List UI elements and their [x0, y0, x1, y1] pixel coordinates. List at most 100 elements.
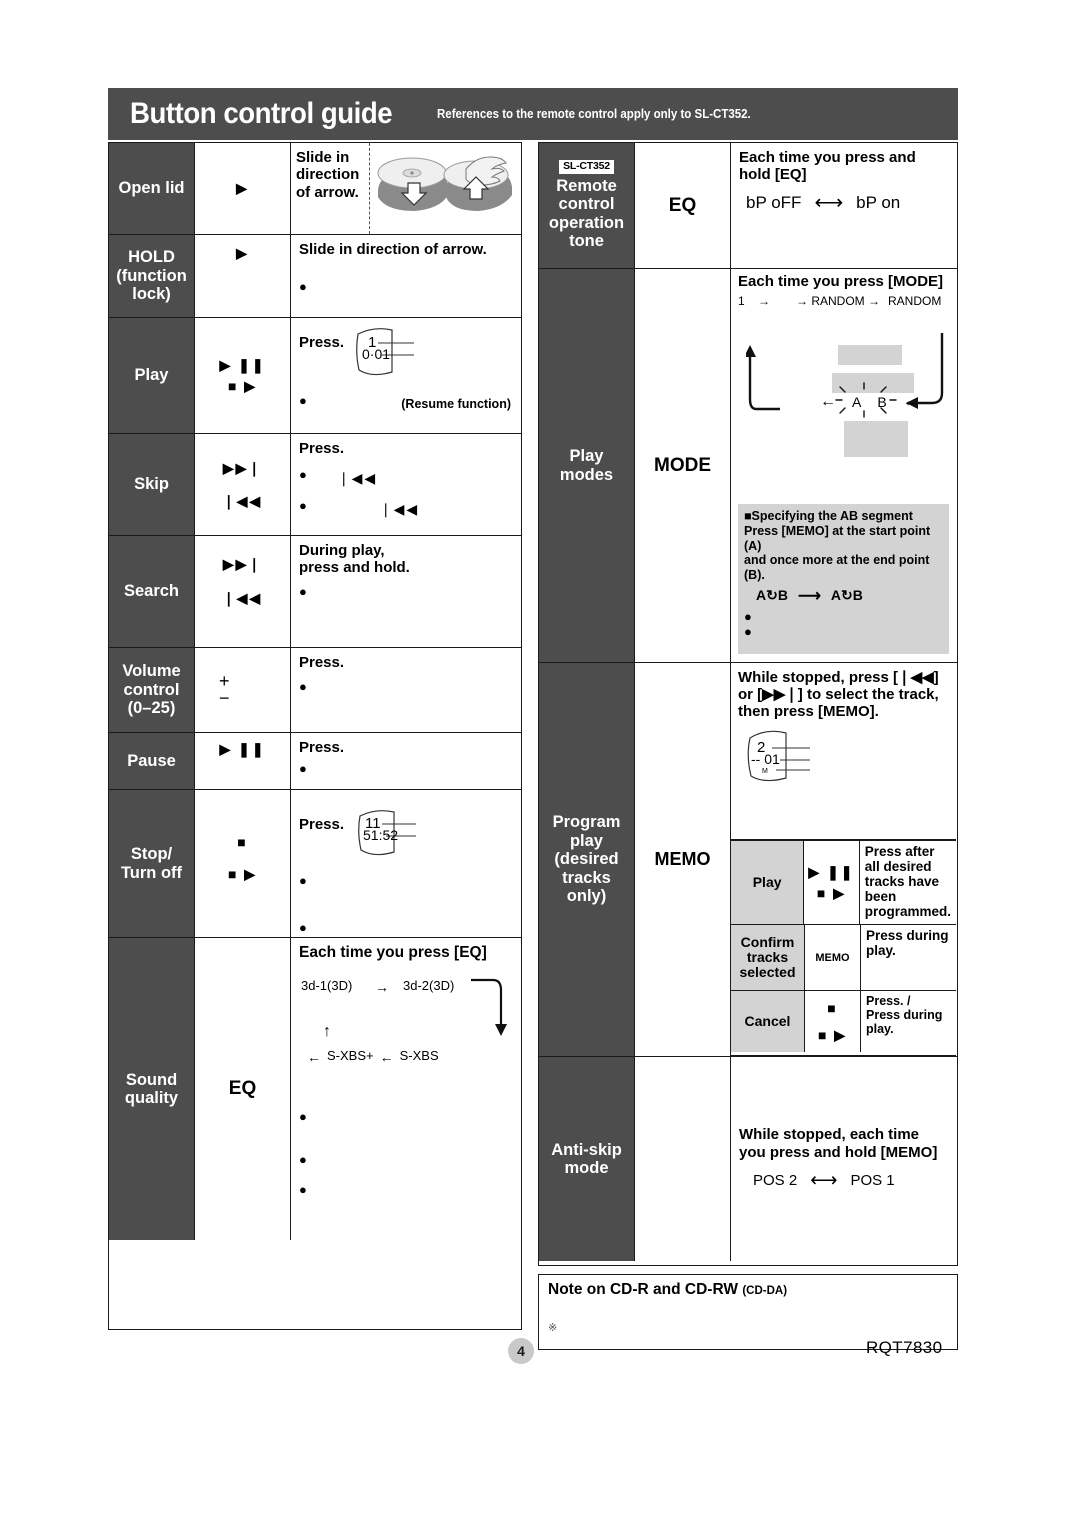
- stop-icon: ■: [827, 999, 838, 1016]
- mode-flow-diagram: Each time you press [MODE] 1 → → RANDOM …: [734, 273, 953, 658]
- button-cell-search: ▶▶❘ ❘◀◀: [195, 536, 291, 647]
- button-cell-sound-quality: EQ: [195, 938, 291, 1240]
- volume-label-line-1: control: [123, 680, 180, 699]
- desc-cell-open-lid: Slide in direction of arrow.: [291, 143, 520, 234]
- button-cell-skip: ▶▶❘ ❘◀◀: [195, 434, 291, 535]
- confirm-line-0: Confirm: [740, 933, 795, 950]
- ab-flow-right: A↻B: [830, 587, 863, 604]
- stop-play-icon: ■ ▶: [227, 866, 258, 883]
- program-label-line-3: tracks: [562, 868, 611, 887]
- inner-text-cancel: Press. / Press during play.: [866, 994, 943, 1036]
- volume-instruction: Press.: [299, 654, 345, 671]
- eq-flow-3d2: 3d-2(3D): [403, 977, 455, 993]
- memo-button-icon: MEMO: [815, 951, 850, 964]
- search-forward-icon: ▶▶❘: [222, 556, 263, 572]
- skip-forward-icon: ▶▶❘: [222, 460, 263, 477]
- model-chip-sl-ct352: SL-CT352: [559, 160, 614, 174]
- hold-label-line-0: HOLD: [128, 248, 175, 267]
- volume-label-line-2: (0–25): [127, 699, 176, 718]
- row-label-play-modes: Play modes: [539, 269, 635, 662]
- button-cell-anti-skip: [635, 1057, 731, 1261]
- row-label-skip: Skip: [109, 434, 195, 535]
- lcd-memo-indicator: M: [762, 768, 768, 775]
- inner-row-confirm: Confirm tracks selected MEMO Press durin…: [731, 924, 956, 990]
- lcd-display-program: 2 -- 01 M: [742, 726, 834, 788]
- program-label-line-2: (desired: [554, 850, 619, 869]
- table-row-open-lid: Open lid ▶ Slide in direction of arrow.: [109, 143, 521, 235]
- row-label-hold: HOLD (function lock): [109, 235, 195, 317]
- inner-glyphs-cancel: ■ ■ ▶: [805, 991, 861, 1052]
- search-instruction: During play, press and hold.: [299, 542, 410, 577]
- desc-cell-volume: Press. ●: [291, 648, 520, 732]
- right-control-table: SL-CT352 Remote control operation tone E…: [538, 142, 958, 1266]
- table-row-search: Search ▶▶❘ ❘◀◀ During play, press and ho…: [109, 536, 521, 648]
- row-label-stop: Stop/ Turn off: [109, 790, 195, 937]
- inner-label-confirm: Confirm tracks selected: [731, 925, 805, 990]
- eq-flow-3d1: 3d-1(3D): [301, 977, 353, 993]
- row-label-anti-skip: Anti-skip mode: [539, 1057, 635, 1261]
- program-label-line-1: play: [569, 831, 603, 850]
- skip-bullet-0-icon: ❘◀◀: [337, 470, 378, 487]
- play-instruction: Press.: [299, 334, 345, 351]
- eq-button-icon: EQ: [668, 194, 697, 216]
- lcd-program-slot: -- 01: [751, 751, 780, 767]
- desc-cell-skip: Press. ● ❘◀◀ ● ❘◀◀: [291, 434, 520, 535]
- table-row-play-modes: Play modes MODE Each time you press [MOD…: [539, 269, 957, 663]
- button-cell-hold: ▶: [195, 235, 291, 317]
- table-row-hold: HOLD (function lock) ▶ Slide in directio…: [109, 235, 521, 318]
- eq-flow-arrow2: ←: [379, 1048, 394, 1065]
- inner-label-cancel: Cancel: [731, 991, 805, 1052]
- table-row-skip: Skip ▶▶❘ ❘◀◀ Press. ● ❘◀◀ ● ❘◀◀: [109, 434, 521, 536]
- mode-flow-top-row: 1 → → RANDOM → RANDOM: [734, 290, 953, 308]
- eq-flow-left-arrow: ←: [307, 1048, 321, 1065]
- ab-note-title: ■Specifying the AB segment: [744, 509, 913, 523]
- mode-flow-item-3: RANDOM: [888, 294, 942, 309]
- program-play-top: While stopped, press [❘◀◀] or [▶▶❘] to s…: [731, 663, 956, 839]
- stop-play-icon: ■ ▶: [817, 1027, 848, 1043]
- anti-skip-label-line-0: Anti-skip: [551, 1140, 622, 1159]
- stop-bullet-1: ●: [299, 920, 307, 935]
- pause-bullet: ●: [299, 761, 307, 777]
- desc-cell-remote-tone: Each time you press and hold [EQ] bP oFF…: [731, 143, 956, 268]
- eq-flow-bottom-row: ← S-XBS+ ← S-XBS: [307, 1048, 439, 1066]
- mode-band-2: [844, 421, 908, 457]
- button-cell-mode: MODE: [635, 269, 731, 662]
- right-arrow-icon: ←: [902, 393, 919, 410]
- lcd-time: 51:52: [363, 827, 398, 843]
- eq-mode-flow-diagram: 3d-1(3D) → 3d-2(3D) ↑ ← S-XBS+ ← S-XBS: [299, 978, 512, 1108]
- sound-bullet-2: ●: [299, 1181, 307, 1197]
- program-play-instruction: While stopped, press [❘◀◀] or [▶▶❘] to s…: [738, 669, 939, 721]
- confirm-line-2: selected: [739, 964, 796, 981]
- button-cell-open-lid: ▶: [195, 143, 291, 234]
- program-play-subtable: Play ▶ ❚❚ ■ ▶ Press after all desired tr…: [731, 839, 956, 1056]
- button-cell-play: ▶ ❚❚ ■ ▶: [195, 318, 291, 433]
- ab-note-bullet-1: ●: [744, 623, 752, 639]
- skip-instruction: Press.: [299, 440, 345, 457]
- program-label-line-4: only): [566, 887, 607, 906]
- page-banner: Button control guide References to the r…: [108, 88, 958, 140]
- button-cell-remote-eq: EQ: [635, 143, 731, 268]
- note-title-suffix: (CD-DA): [742, 1285, 788, 1297]
- desc-cell-program-play: While stopped, press [❘◀◀] or [▶▶❘] to s…: [731, 663, 956, 1056]
- lcd-display-stop: 11 51:52: [354, 806, 434, 862]
- row-label-remote-tone: SL-CT352 Remote control operation tone: [539, 143, 635, 268]
- skip-bullet-0: ● ❘◀◀: [299, 468, 512, 488]
- row-label-play: Play: [109, 318, 195, 433]
- volume-label-line-0: Volume: [122, 662, 181, 681]
- document-code: RQT7830: [866, 1338, 943, 1357]
- desc-cell-play-modes: Each time you press [MODE] 1 → → RANDOM …: [731, 269, 956, 662]
- inner-text-play: Press after all desired tracks have been…: [864, 844, 951, 920]
- desc-cell-play: Press. 1 0·01 ● (Resume function): [291, 318, 520, 433]
- note-title: Note on CD-R and CD-RW: [548, 1281, 738, 1298]
- note-title-row: Note on CD-R and CD-RW (CD-DA): [548, 1281, 948, 1299]
- remote-tone-instruction: Each time you press and hold [EQ]: [739, 149, 916, 184]
- inner-text-confirm: Press during play.: [866, 928, 949, 959]
- play-pause-icon: ▶ ❚❚: [219, 357, 266, 374]
- remote-label-line-1: control: [558, 195, 615, 214]
- stop-bullet-0: ●: [299, 873, 307, 888]
- mode-button-icon: MODE: [654, 454, 711, 476]
- stop-instruction: Press.: [299, 816, 345, 833]
- bidirectional-arrow-icon: ⟷: [814, 192, 844, 215]
- pos2-value: POS 2: [753, 1171, 798, 1189]
- table-row-play: Play ▶ ❚❚ ■ ▶ Press. 1 0·01 ● (Resume fu…: [109, 318, 521, 434]
